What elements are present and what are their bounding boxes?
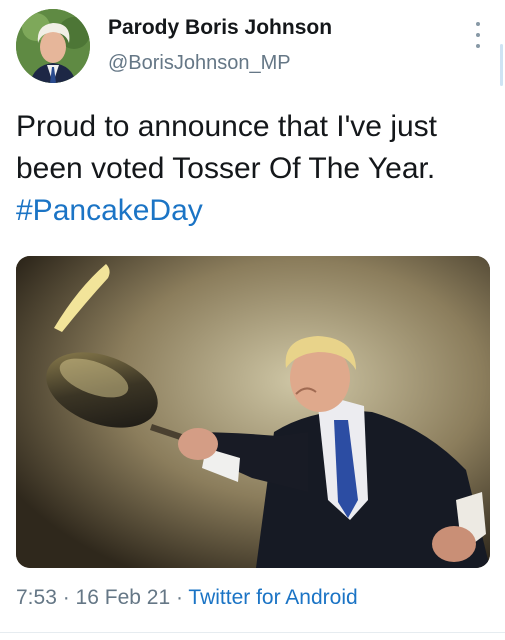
more-options-button[interactable] xyxy=(470,22,486,48)
meta-separator: · xyxy=(170,586,189,609)
tweet-text: Proud to announce that I've just been vo… xyxy=(16,110,438,185)
hand xyxy=(178,428,218,460)
author-name[interactable]: Parody Boris Johnson xyxy=(108,16,332,40)
tweet-media-photo[interactable] xyxy=(16,256,490,568)
scrollbar-thumb[interactable] xyxy=(500,44,503,86)
avatar[interactable] xyxy=(16,9,90,83)
tweet-time[interactable]: 7:53 xyxy=(16,586,57,609)
author-handle[interactable]: @BorisJohnson_MP xyxy=(108,52,291,75)
more-vertical-icon xyxy=(476,22,480,26)
tweet-date[interactable]: 16 Feb 21 xyxy=(76,586,171,609)
hashtag-link[interactable]: #PancakeDay xyxy=(16,190,496,232)
tweet-source-link[interactable]: Twitter for Android xyxy=(188,586,357,609)
photo-man-flipping-pancake xyxy=(16,256,490,568)
meta-separator: · xyxy=(56,586,76,609)
tweet-meta: 7:53 · 16 Feb 21 · Twitter for Android xyxy=(16,586,358,610)
tweet-body: Proud to announce that I've just been vo… xyxy=(16,106,496,232)
avatar-portrait xyxy=(16,9,90,83)
divider xyxy=(0,632,505,633)
